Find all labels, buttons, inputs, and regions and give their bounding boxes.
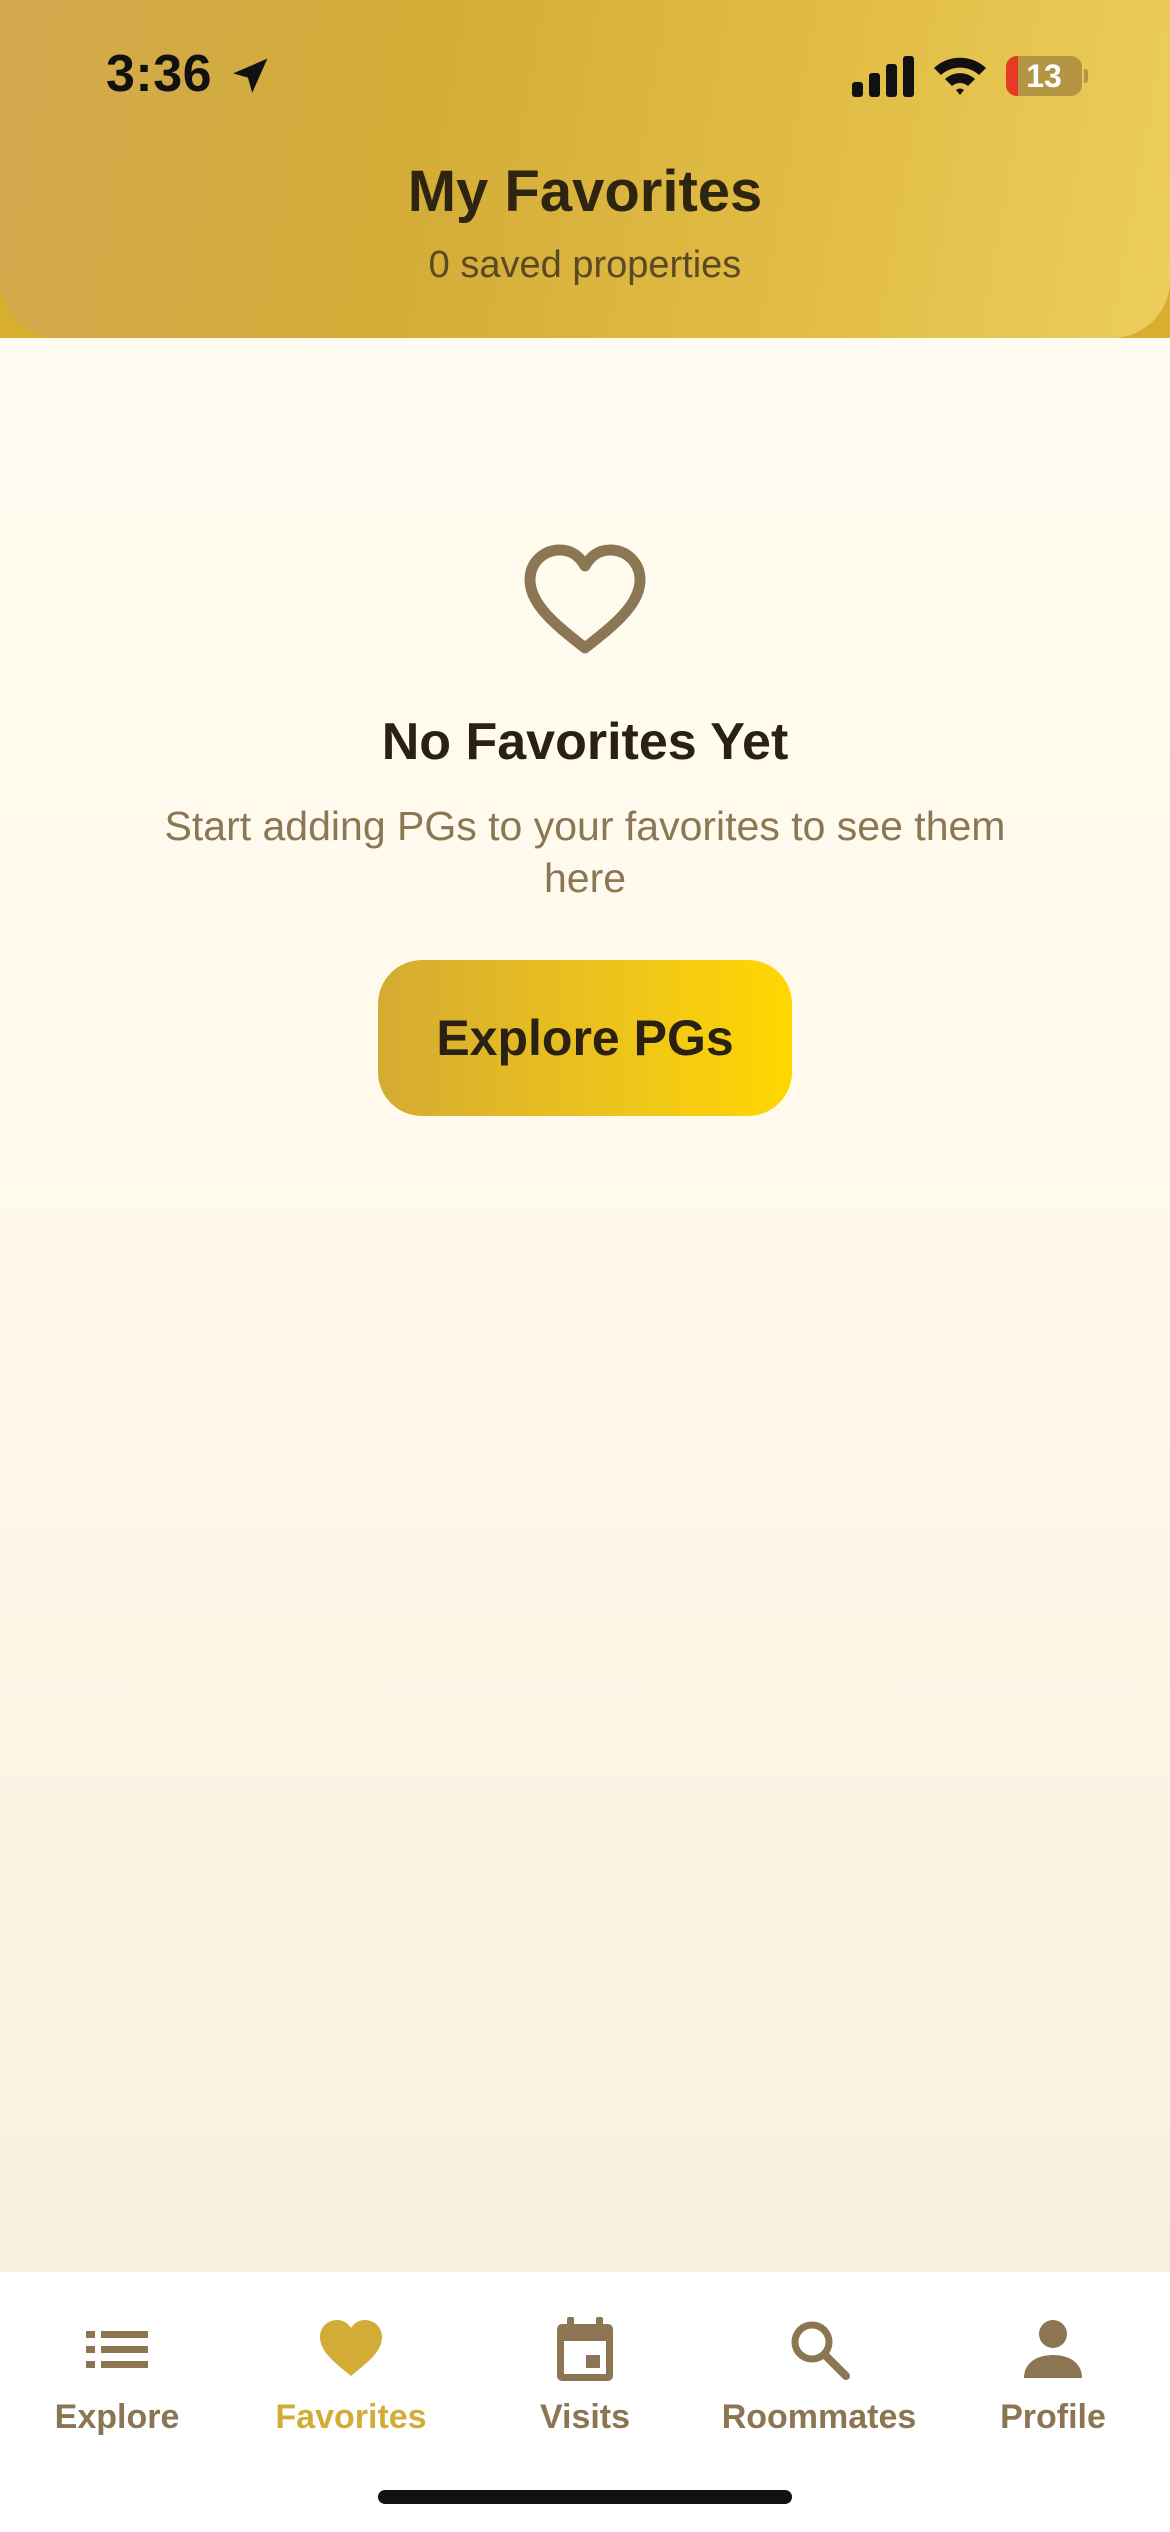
location-arrow-icon (233, 58, 268, 93)
battery-indicator: 13 (1006, 56, 1088, 96)
heart-outline-icon (524, 544, 646, 654)
search-icon (791, 2321, 850, 2380)
explore-pgs-button[interactable]: Explore PGs (378, 960, 792, 1116)
home-indicator[interactable] (378, 2490, 792, 2504)
battery-body: 13 (1006, 56, 1082, 96)
tab-label-visits: Visits (539, 2398, 631, 2436)
tab-favorites[interactable]: Favorites (234, 2314, 468, 2464)
tab-visits[interactable]: Visits (468, 2314, 702, 2464)
status-time: 3:36 (106, 45, 213, 103)
tab-label-profile: Profile (1000, 2398, 1106, 2436)
tab-explore[interactable]: Explore (0, 2314, 234, 2464)
battery-tip (1084, 69, 1088, 83)
empty-state-title: No Favorites Yet (381, 713, 789, 771)
list-icon (86, 2331, 148, 2368)
cellular-signal-icon (852, 56, 914, 97)
wifi-icon (934, 57, 986, 95)
page-title: My Favorites (407, 159, 763, 224)
tab-label-roommates: Roommates (721, 2398, 917, 2436)
tab-label-favorites: Favorites (275, 2398, 427, 2436)
empty-state-message: Start adding PGs to your favorites to se… (164, 803, 1006, 901)
battery-level: 13 (1026, 58, 1062, 94)
saved-count: 0 saved properties (428, 244, 742, 286)
tab-roommates[interactable]: Roommates (702, 2314, 936, 2464)
tab-profile[interactable]: Profile (936, 2314, 1170, 2464)
calendar-icon (557, 2317, 613, 2381)
heart-icon (320, 2320, 382, 2376)
tab-label-explore: Explore (54, 2398, 180, 2436)
person-icon (1024, 2320, 1082, 2378)
